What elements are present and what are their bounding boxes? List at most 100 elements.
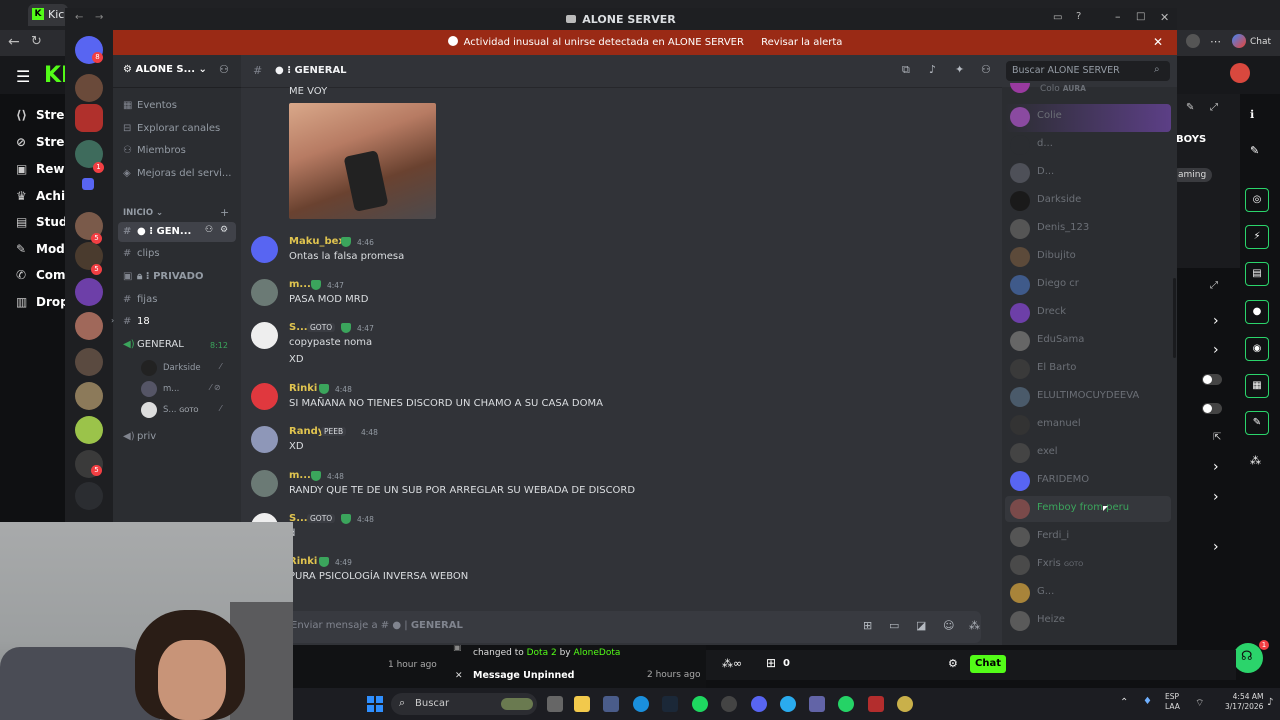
chevron-right-icon[interactable]: › (1213, 539, 1219, 555)
wifi-icon[interactable]: ⌔ (1195, 697, 1204, 710)
member-item[interactable]: Ferdi_i (1010, 525, 1170, 549)
events-item[interactable]: ▦ Eventos (123, 100, 177, 111)
gear-icon[interactable]: ⚙ (220, 225, 228, 235)
threads-icon[interactable]: ⧉ (902, 63, 910, 77)
wrench-icon[interactable]: ✎ (1245, 411, 1269, 435)
server-search-input[interactable]: Buscar ALONE SERVER ⌕ (1006, 61, 1170, 81)
microphone-icon[interactable]: ♦ (1143, 696, 1152, 707)
kick-sidebar-item-studio[interactable]: ▤ Studi (16, 215, 72, 229)
app-icon[interactable] (897, 696, 913, 712)
message-image-attachment[interactable] (289, 103, 436, 219)
message-author[interactable]: S... (289, 322, 308, 333)
member-item[interactable]: D... (1010, 161, 1170, 185)
voice-user[interactable]: Darkside (163, 363, 201, 373)
notifications-icon[interactable]: ♪ (1267, 697, 1273, 708)
voice-channel-priv[interactable]: ◀) priv (123, 431, 156, 442)
review-alert-link[interactable]: Revisar la alerta (761, 37, 842, 48)
server-boosts-item[interactable]: ◈ Mejoras del servi... (123, 168, 231, 179)
channel-18[interactable]: #18 (123, 316, 150, 327)
member-item[interactable]: Fxris GOTO (1010, 553, 1170, 577)
kick-chat-label[interactable]: Chat (1250, 37, 1271, 47)
infinity-points-icon[interactable]: ⁂∞ (722, 657, 742, 670)
member-item[interactable]: FARIDEMO (1010, 469, 1170, 493)
channel-privado[interactable]: ▣ 🔒︎ ⁝ PRIVADO (123, 271, 203, 282)
gift-icon[interactable]: ⊞ (766, 656, 776, 670)
member-item[interactable]: G... (1010, 581, 1170, 605)
member-item[interactable]: exel (1010, 441, 1170, 465)
spotify-icon[interactable] (692, 696, 708, 712)
member-item[interactable]: Heize (1010, 609, 1170, 633)
inbox-icon[interactable]: ▭ (1053, 12, 1062, 23)
sticker-icon[interactable]: ◪ (916, 619, 926, 632)
voice-user[interactable]: S... GOTO (163, 405, 198, 415)
maximize-icon[interactable]: □ (1136, 11, 1145, 22)
chat-bubble-icon[interactable]: ● (1245, 300, 1269, 324)
member-item[interactable]: Darkside (1010, 189, 1170, 213)
member-name-cut[interactable]: Colo AURA (1040, 84, 1086, 94)
server-icon[interactable] (82, 178, 94, 190)
back-arrow-icon[interactable]: ← (8, 34, 20, 50)
support-button[interactable]: ☊ (1233, 643, 1263, 673)
chevron-right-icon[interactable]: › (1213, 459, 1219, 475)
browse-channels-item[interactable]: ⊟ Explorar canales (123, 123, 220, 134)
channel-general-text[interactable]: # ● ⁝ GEN... (123, 226, 191, 237)
server-icon[interactable] (75, 278, 103, 306)
edge-icon[interactable] (633, 696, 649, 712)
gift-icon[interactable]: ⊞ (863, 619, 872, 632)
voice-user[interactable]: m... (163, 384, 179, 394)
pencil-icon[interactable]: ✎ (1186, 102, 1194, 113)
hamburger-menu-icon[interactable]: ☰ (16, 67, 30, 86)
layout-icon[interactable]: ▦ (1245, 374, 1269, 398)
external-link-icon[interactable]: ⇱ (1213, 432, 1221, 443)
server-icon[interactable] (75, 348, 103, 376)
invite-people-icon[interactable]: ⚇ (219, 63, 229, 76)
create-channel-icon[interactable]: + (220, 206, 229, 219)
member-item[interactable]: Femboy from peru (1010, 497, 1170, 521)
gemini-icon[interactable] (1232, 34, 1246, 48)
guild-tag-badge[interactable]: GOTO (307, 514, 336, 523)
bell-icon[interactable]: ♪ (929, 63, 936, 76)
obs-icon[interactable] (721, 696, 737, 712)
server-icon[interactable] (75, 382, 103, 410)
message-author[interactable]: m... (289, 279, 311, 290)
task-view-icon[interactable] (547, 696, 563, 712)
discord-icon[interactable] (751, 696, 767, 712)
dismiss-alert-close-icon[interactable]: ✕ (1153, 35, 1163, 49)
server-name[interactable]: ⚙ ALONE S... ⌄ (123, 64, 207, 75)
extension-icon[interactable] (1186, 34, 1200, 48)
chevron-right-icon[interactable]: › (1213, 313, 1219, 329)
broadcast-icon[interactable]: ◉ (1245, 337, 1269, 361)
bolt-icon[interactable]: ⚡ (1245, 225, 1269, 249)
message-author[interactable]: Randy (289, 426, 324, 437)
minimize-icon[interactable]: – (1115, 10, 1121, 23)
document-icon[interactable]: ▤ (1245, 262, 1269, 286)
reload-icon[interactable]: ↻ (31, 34, 42, 49)
toggle-switch[interactable] (1202, 403, 1222, 414)
server-header[interactable]: ⚙ ALONE S... ⌄ ⚇ (113, 55, 241, 88)
message-input[interactable]: Enviar mensaje a # ● | GENERAL ⊞ ▭ ◪ ☺ ⁂ (251, 611, 981, 643)
invite-icon[interactable]: ⚇ (205, 225, 213, 235)
member-item[interactable]: Dibujito (1010, 245, 1170, 269)
member-list-icon[interactable]: ⚇ (981, 63, 991, 76)
taskbar-search-box[interactable]: ⌕ Buscar (391, 693, 537, 715)
server-icon[interactable] (75, 74, 103, 102)
file-explorer-icon[interactable] (574, 696, 590, 712)
steam-icon[interactable] (662, 696, 678, 712)
server-icon[interactable] (75, 416, 103, 444)
info-icon[interactable]: ℹ (1250, 108, 1254, 121)
gif-icon[interactable]: ▭ (889, 619, 899, 632)
activity-user-link[interactable]: AloneDota (573, 648, 620, 658)
server-icon[interactable] (75, 312, 103, 340)
teams-icon[interactable] (809, 696, 825, 712)
pencil-icon[interactable]: ✎ (1250, 144, 1259, 157)
language-indicator[interactable]: ESP LAA (1165, 692, 1180, 712)
share-icon[interactable]: ⁂ (1250, 454, 1261, 467)
member-item[interactable]: Diego cr (1010, 273, 1170, 297)
kick-user-avatar[interactable] (1230, 63, 1250, 83)
server-folder-icon[interactable] (75, 104, 103, 132)
member-item[interactable]: EduSama (1010, 329, 1170, 353)
browser-menu-icon[interactable]: ⋯ (1210, 35, 1221, 48)
member-item[interactable]: emanuel (1010, 413, 1170, 437)
chevron-right-icon[interactable]: › (1213, 489, 1219, 505)
kick-gaming-chip[interactable]: aming (1172, 168, 1213, 182)
